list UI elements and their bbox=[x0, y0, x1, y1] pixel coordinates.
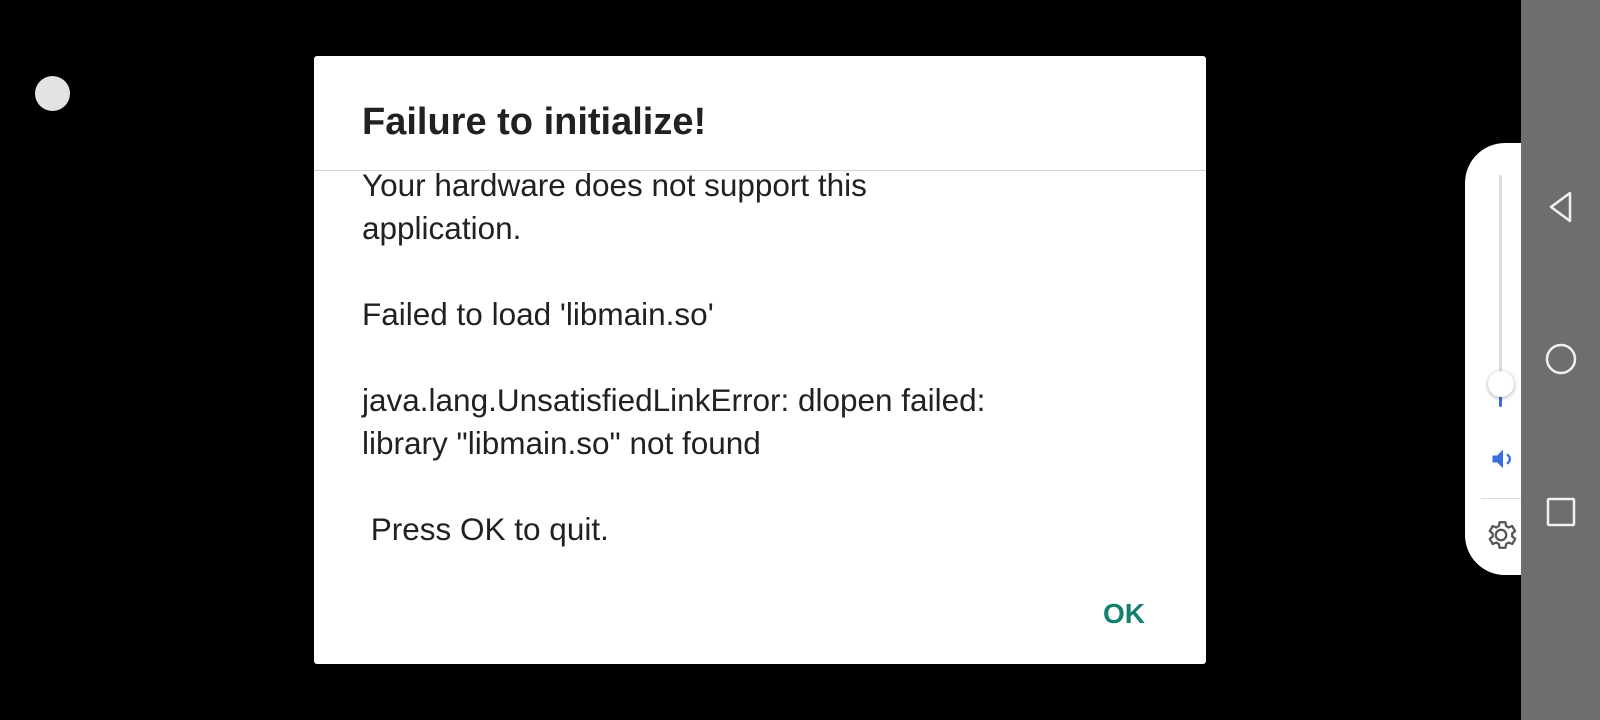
dialog-title: Failure to initialize! bbox=[362, 101, 707, 143]
gear-icon[interactable] bbox=[1483, 517, 1519, 553]
message-line: Failed to load 'libmain.so' bbox=[362, 296, 714, 332]
volume-slider-thumb[interactable] bbox=[1488, 371, 1514, 397]
navigation-bar bbox=[1521, 0, 1600, 720]
message-gap bbox=[362, 250, 1162, 293]
message-line: Your hardware does not support this bbox=[362, 167, 867, 203]
assistive-touch-button[interactable] bbox=[35, 76, 70, 111]
screen: Failure to initialize! Your hardware doe… bbox=[0, 0, 1600, 720]
message-gap bbox=[362, 465, 1162, 508]
error-dialog: Failure to initialize! Your hardware doe… bbox=[314, 56, 1206, 664]
message-line: library "libmain.so" not found bbox=[362, 425, 761, 461]
recents-icon[interactable] bbox=[1540, 491, 1582, 533]
speaker-icon[interactable] bbox=[1489, 445, 1517, 473]
message-line: java.lang.UnsatisfiedLinkError: dlopen f… bbox=[362, 382, 986, 418]
ok-button[interactable]: OK bbox=[1084, 586, 1164, 642]
message-line: Press OK to quit. bbox=[362, 511, 609, 547]
home-icon[interactable] bbox=[1540, 338, 1582, 380]
dialog-message: Your hardware does not support this appl… bbox=[362, 164, 1162, 551]
message-gap bbox=[362, 336, 1162, 379]
back-icon[interactable] bbox=[1540, 186, 1582, 228]
message-line: application. bbox=[362, 210, 522, 246]
